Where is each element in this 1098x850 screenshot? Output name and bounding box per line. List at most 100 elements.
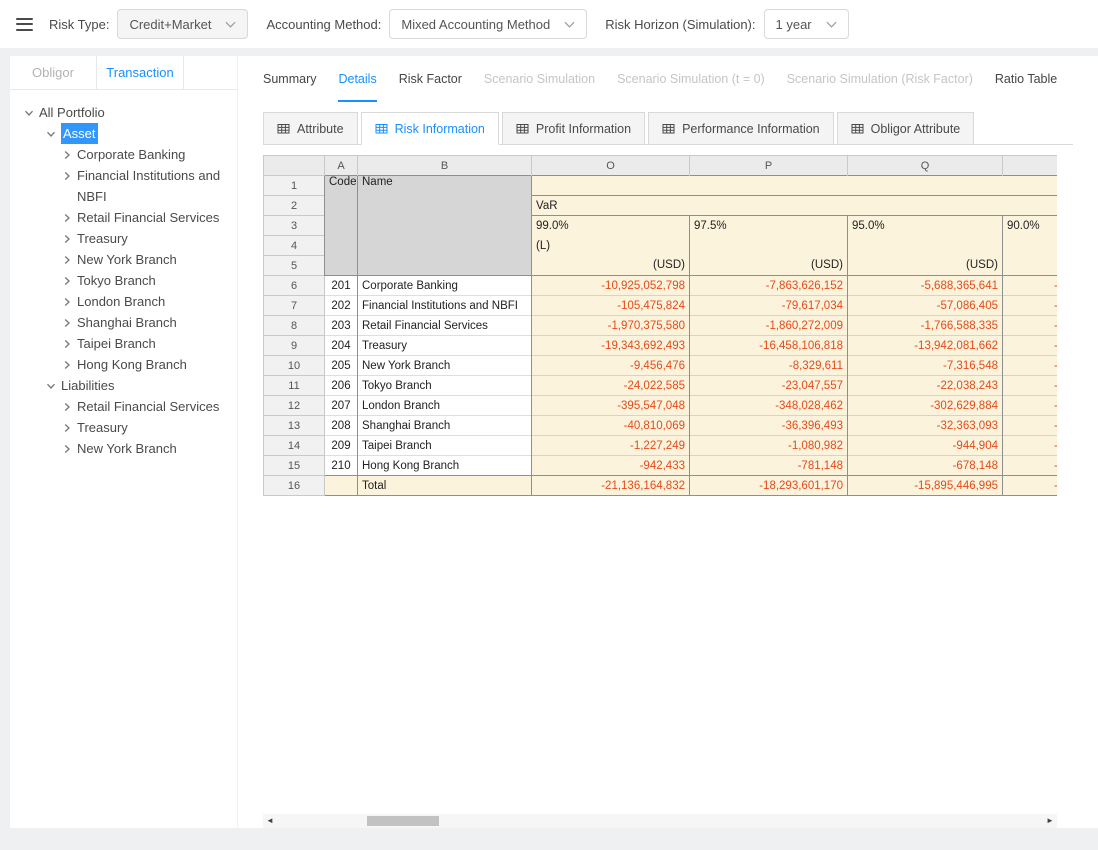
tab-details[interactable]: Details (338, 56, 376, 102)
value-cell[interactable]: -944,904 (848, 436, 1003, 456)
row-number[interactable]: 11 (264, 376, 325, 396)
scrollbar-track[interactable] (277, 814, 1043, 828)
value-cell[interactable]: -32,363,093 (848, 416, 1003, 436)
tree-item-treasury[interactable]: Treasury (22, 228, 231, 249)
row-number[interactable]: 15 (264, 456, 325, 476)
value-cell[interactable]: -1,080,982 (690, 436, 848, 456)
value-cell[interactable]: -5,688,365,641 (848, 276, 1003, 296)
chevron-right-icon[interactable] (62, 402, 72, 412)
value-cell[interactable]: -105,475,824 (532, 296, 690, 316)
tab-risk-factor[interactable]: Risk Factor (399, 56, 462, 102)
chevron-right-icon[interactable] (62, 423, 72, 433)
value-cell[interactable]: -40,810,069 (532, 416, 690, 436)
row-number[interactable]: 5 (264, 256, 325, 276)
value-cell[interactable]: -942,433 (532, 456, 690, 476)
value-cell[interactable]: -13,942,081,662 (848, 336, 1003, 356)
total-value-cell-clipped[interactable]: -15,895,446,995 (1003, 476, 1058, 496)
scrollbar-thumb[interactable] (367, 816, 439, 826)
value-cell[interactable]: -9,456,476 (532, 356, 690, 376)
row-number[interactable]: 6 (264, 276, 325, 296)
total-value-cell[interactable]: -15,895,446,995 (848, 476, 1003, 496)
code-cell[interactable]: 207 (325, 396, 358, 416)
subtab-attribute[interactable]: Attribute (263, 112, 358, 145)
currency-label[interactable]: (USD) (690, 256, 848, 276)
value-cell-clipped[interactable]: -302,629,884 (1003, 396, 1058, 416)
tree-item-all-portfolio[interactable]: All Portfolio (22, 102, 231, 123)
tree-item-tokyo-branch[interactable]: Tokyo Branch (22, 270, 231, 291)
tree-item-retail-financial-services[interactable]: Retail Financial Services (22, 207, 231, 228)
subtab-performance-information[interactable]: Performance Information (648, 112, 834, 145)
total-value-cell[interactable]: -18,293,601,170 (690, 476, 848, 496)
value-cell[interactable]: -24,022,585 (532, 376, 690, 396)
column-letter[interactable]: A (325, 156, 358, 176)
name-cell[interactable]: Taipei Branch (358, 436, 532, 456)
horizontal-scrollbar[interactable]: ◄ ► (263, 814, 1057, 828)
total-empty-cell[interactable] (325, 476, 358, 496)
code-cell[interactable]: 202 (325, 296, 358, 316)
chevron-right-icon[interactable] (62, 234, 72, 244)
risk-type-select[interactable]: Credit+Market (117, 9, 248, 39)
currency-label[interactable]: (USD) (532, 256, 690, 276)
code-header[interactable]: Code (325, 176, 358, 276)
chevron-right-icon[interactable] (62, 318, 72, 328)
value-cell[interactable]: -678,148 (848, 456, 1003, 476)
tree-item-corporate-banking[interactable]: Corporate Banking (22, 144, 231, 165)
name-header[interactable]: Name (358, 176, 532, 276)
value-cell-clipped[interactable]: -7,316,548 (1003, 356, 1058, 376)
value-cell-clipped[interactable]: -57,086,405 (1003, 296, 1058, 316)
row-number[interactable]: 4 (264, 236, 325, 256)
code-cell[interactable]: 205 (325, 356, 358, 376)
value-cell-clipped[interactable]: -678,148 (1003, 456, 1058, 476)
subtab-risk-information[interactable]: Risk Information (361, 112, 499, 145)
code-cell[interactable]: 208 (325, 416, 358, 436)
chevron-right-icon[interactable] (62, 444, 72, 454)
percentile-header[interactable]: 99.0% (532, 216, 690, 236)
column-letter[interactable]: B (358, 156, 532, 176)
tree-item-shanghai-branch[interactable]: Shanghai Branch (22, 312, 231, 333)
row-number[interactable]: 12 (264, 396, 325, 416)
risk-horizon-select[interactable]: 1 year (764, 9, 849, 39)
name-cell[interactable]: New York Branch (358, 356, 532, 376)
total-label[interactable]: Total (358, 476, 532, 496)
header-blank-cell[interactable] (532, 176, 1058, 196)
code-cell[interactable]: 210 (325, 456, 358, 476)
header-empty-cell[interactable] (848, 236, 1003, 256)
chevron-right-icon[interactable] (62, 171, 72, 181)
name-cell[interactable]: Shanghai Branch (358, 416, 532, 436)
level-note-cell[interactable]: (L) (532, 236, 690, 256)
chevron-right-icon[interactable] (62, 255, 72, 265)
chevron-right-icon[interactable] (62, 276, 72, 286)
value-cell[interactable]: -57,086,405 (848, 296, 1003, 316)
value-cell[interactable]: -1,860,272,009 (690, 316, 848, 336)
row-number[interactable]: 2 (264, 196, 325, 216)
name-cell[interactable]: Retail Financial Services (358, 316, 532, 336)
column-letter[interactable]: O (532, 156, 690, 176)
name-cell[interactable]: Corporate Banking (358, 276, 532, 296)
value-cell[interactable]: -16,458,106,818 (690, 336, 848, 356)
value-cell[interactable]: -781,148 (690, 456, 848, 476)
value-cell-clipped[interactable]: -1,766,588,335 (1003, 316, 1058, 336)
value-cell[interactable]: -22,038,243 (848, 376, 1003, 396)
value-cell[interactable]: -7,316,548 (848, 356, 1003, 376)
sidebar-tab-transaction[interactable]: Transaction (97, 56, 184, 89)
value-cell-clipped[interactable]: -32,363,093 (1003, 416, 1058, 436)
subtab-obligor-attribute[interactable]: Obligor Attribute (837, 112, 975, 145)
tree-item-retail-financial-services[interactable]: Retail Financial Services (22, 396, 231, 417)
corner-cell[interactable] (264, 156, 325, 176)
value-cell[interactable]: -348,028,462 (690, 396, 848, 416)
name-cell[interactable]: Treasury (358, 336, 532, 356)
chevron-down-icon[interactable] (46, 381, 56, 391)
row-number[interactable]: 7 (264, 296, 325, 316)
value-cell[interactable]: -1,766,588,335 (848, 316, 1003, 336)
value-cell[interactable]: -10,925,052,798 (532, 276, 690, 296)
name-cell[interactable]: Hong Kong Branch (358, 456, 532, 476)
chevron-right-icon[interactable] (62, 339, 72, 349)
value-cell[interactable]: -1,227,249 (532, 436, 690, 456)
chevron-down-icon[interactable] (24, 108, 34, 118)
header-empty-cell[interactable] (1003, 256, 1058, 276)
value-cell[interactable]: -1,970,375,580 (532, 316, 690, 336)
tree-item-liabilities[interactable]: Liabilities (22, 375, 231, 396)
chevron-down-icon[interactable] (46, 129, 56, 139)
tab-ratio-table[interactable]: Ratio Table (995, 56, 1057, 102)
chevron-right-icon[interactable] (62, 213, 72, 223)
